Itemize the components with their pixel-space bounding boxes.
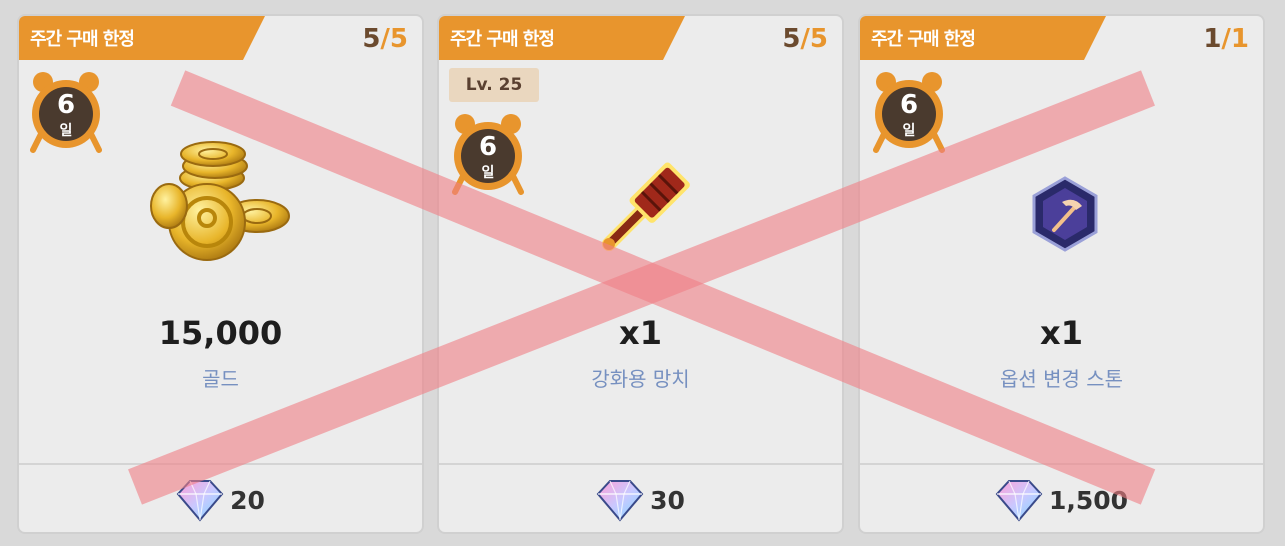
alarm-clock-timer: 6 일 [451,114,525,198]
divider [860,463,1263,465]
alarm-clock-timer: 6 일 [29,72,103,156]
banner-label: 주간 구매 한정 [30,29,134,50]
level-requirement-badge: Lv. 25 [449,68,539,102]
item-quantity: x1 [619,314,662,352]
option-change-stone-icon [1032,176,1098,252]
item-name: 옵션 변경 스톤 [999,367,1124,391]
purchase-limit-counter: 5/5 [782,24,828,54]
shop-card-gold[interactable]: 주간 구매 한정 5/5 6 일 15,000 골드 20 [17,14,424,534]
enhancement-hammer-icon [602,162,690,251]
alarm-clock-timer: 6 일 [872,72,946,156]
purchase-limit-counter: 5/5 [362,24,408,54]
gold-coins-icon [150,141,290,261]
timer-unit: 일 [59,123,73,139]
price-button[interactable]: 20 [19,478,422,522]
timer-days: 6 [478,132,498,162]
timer-unit: 일 [902,123,916,139]
shop-card-option-stone[interactable]: 주간 구매 한정 1/1 6 일 x1 옵션 변경 스톤 1,500 [858,14,1265,534]
shop-card-hammer[interactable]: 주간 구매 한정 5/5 Lv. 25 6 일 x1 강화용 망치 30 [437,14,844,534]
banner-label: 주간 구매 한정 [871,29,975,50]
timer-days: 6 [899,90,919,120]
diamond-gem-icon [176,480,224,522]
diamond-gem-icon [995,480,1043,522]
timer-days: 6 [56,90,76,120]
divider [439,463,842,465]
item-name: 강화용 망치 [591,367,690,391]
banner-label: 주간 구매 한정 [450,29,554,50]
timer-unit: 일 [481,165,495,181]
item-quantity: x1 [1040,314,1083,352]
price-button[interactable]: 30 [439,478,842,522]
price-value: 20 [230,485,265,515]
price-value: 1,500 [1048,485,1129,515]
price-value: 30 [650,485,685,515]
purchase-limit-counter: 1/1 [1203,24,1249,54]
item-quantity: 15,000 [158,314,283,352]
weekly-limit-banner: 주간 구매 한정 [439,16,685,60]
weekly-limit-banner: 주간 구매 한정 [19,16,265,60]
divider [19,463,422,465]
item-name: 골드 [202,367,239,391]
price-button[interactable]: 1,500 [860,478,1263,522]
weekly-limit-banner: 주간 구매 한정 [860,16,1106,60]
diamond-gem-icon [596,480,644,522]
